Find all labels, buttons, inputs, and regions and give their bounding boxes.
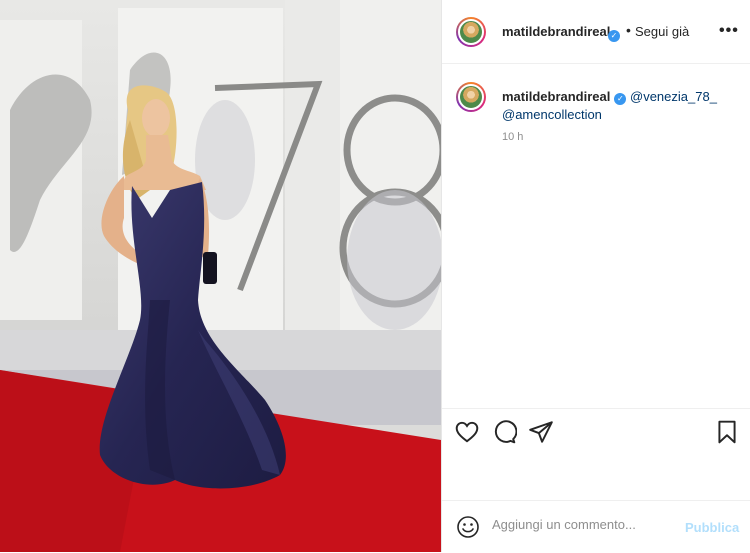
heart-icon[interactable] [454,419,480,445]
mention-link[interactable]: @amencollection [502,107,602,122]
publish-button[interactable]: Pubblica [685,520,739,535]
caption-username[interactable]: matildebrandireal [502,89,610,104]
avatar[interactable] [456,17,486,47]
caption-text: matildebrandireal ✓ @venezia_78_ @amencol… [502,88,742,124]
more-options-icon[interactable]: ••• [719,22,739,40]
action-bar [442,408,750,457]
verified-badge-icon: ✓ [604,25,620,43]
comment-bar: Pubblica [442,500,750,553]
red-carpet-photo [0,0,441,552]
smiley-icon[interactable] [456,515,480,539]
bookmark-icon[interactable] [714,419,740,445]
comment-input[interactable] [492,517,672,532]
mention-link[interactable]: @venezia_78_ [630,89,717,104]
separator-dot: • [626,22,631,38]
header-username[interactable]: matildebrandireal [502,24,610,39]
caption-avatar[interactable] [456,82,486,112]
post-photo[interactable] [0,0,441,552]
post-header: matildebrandireal ✓ • Segui già ••• [442,0,750,64]
following-button[interactable]: Segui già [635,24,689,39]
caption-verified-badge-icon: ✓ [614,93,627,105]
post-timestamp[interactable]: 10 h [502,131,523,143]
comment-icon[interactable] [491,419,517,445]
instagram-post-dialog: matildebrandireal ✓ • Segui già ••• mati… [0,0,750,552]
post-details-panel: matildebrandireal ✓ • Segui già ••• mati… [441,0,750,552]
paper-plane-icon[interactable] [528,419,554,445]
